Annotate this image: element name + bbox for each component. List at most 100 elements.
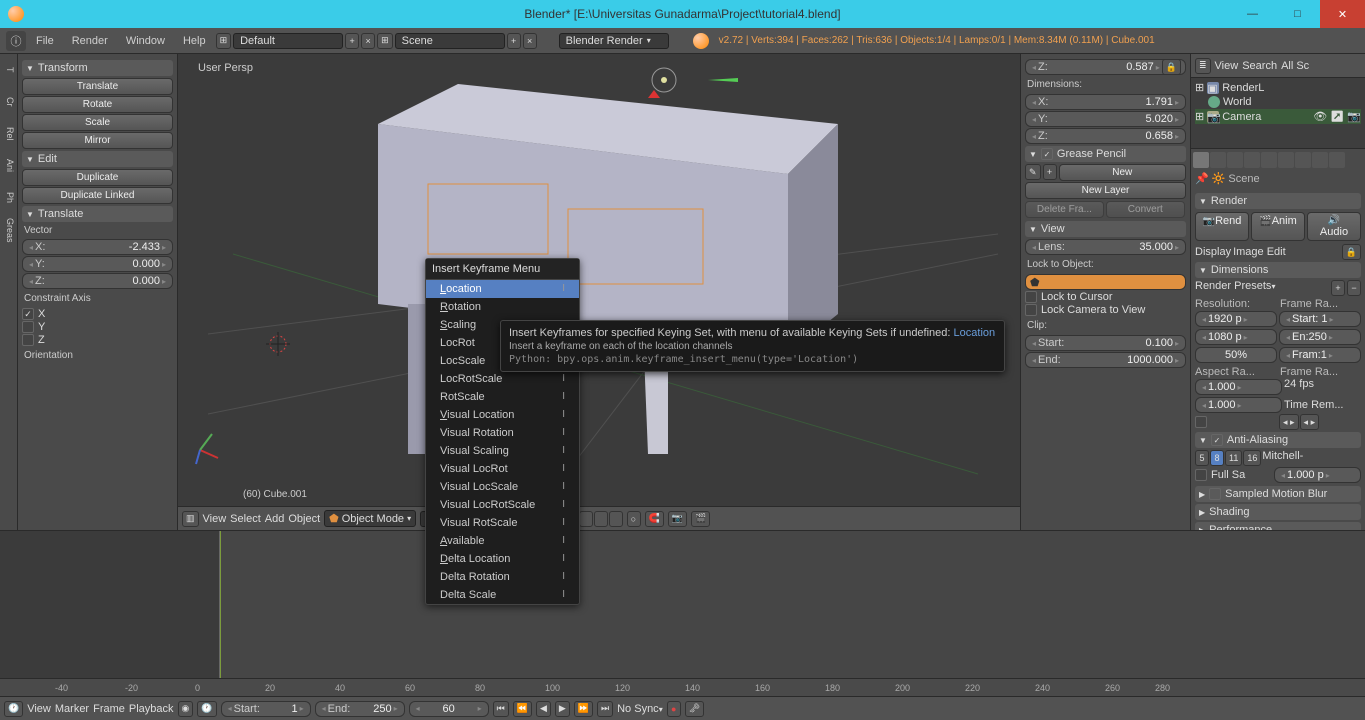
jump-end-icon[interactable]: ⏭ (597, 701, 613, 717)
editor-type-icon[interactable]: ⓘ (6, 31, 26, 51)
dim-x-field[interactable]: ◂X:1.791▸ (1025, 94, 1186, 110)
3d-viewport[interactable]: User Persp (178, 54, 1020, 530)
add-scene-icon[interactable]: + (507, 33, 521, 49)
vp-menu-view[interactable]: View (203, 513, 227, 525)
outliner-view-menu[interactable]: View (1215, 60, 1239, 72)
motion-blur-header[interactable]: ▶Sampled Motion Blur (1195, 486, 1361, 502)
menu-window[interactable]: Window (118, 33, 173, 49)
grease-pencil-header[interactable]: ▼✓Grease Pencil (1025, 146, 1186, 162)
gp-new-button[interactable]: New (1059, 164, 1186, 181)
render-panel-header[interactable]: ▼Render (1195, 193, 1361, 209)
prop-scene-icon[interactable] (1227, 152, 1243, 168)
aa-16-button[interactable]: 16 (1243, 450, 1261, 466)
render-ogl-anim-icon[interactable]: 🎬 (691, 511, 710, 527)
timeline-editor-icon[interactable]: 🕐 (4, 701, 23, 717)
rotate-button[interactable]: Rotate (22, 96, 173, 113)
lock-icon[interactable]: 🔒 (1162, 59, 1181, 75)
snap-icon[interactable]: 🧲 (645, 511, 664, 527)
dim-y-field[interactable]: ◂Y:5.020▸ (1025, 111, 1186, 127)
close-button[interactable]: ✕ (1320, 0, 1365, 28)
tree-camera[interactable]: ⊞📷Camera👁 ↗ 📷 (1195, 109, 1361, 124)
autokey-icon[interactable]: ● (667, 701, 681, 717)
audio-btn[interactable]: 🔊Audio (1307, 212, 1361, 241)
display-dropdown[interactable]: Image Edit (1233, 246, 1340, 258)
keyframe-menu-item[interactable]: Delta LocationI (426, 550, 579, 568)
gp-convert-button[interactable]: Convert (1106, 201, 1185, 218)
prop-render-icon[interactable] (1193, 152, 1209, 168)
loc-z-field[interactable]: ◂Z:0.587▸🔒 (1025, 59, 1186, 75)
constraint-z-checkbox[interactable]: Z (22, 334, 173, 346)
lock-object-field[interactable]: ⬟ (1025, 274, 1186, 290)
mirror-button[interactable]: Mirror (22, 132, 173, 149)
delete-layout-icon[interactable]: × (361, 33, 375, 49)
aa-size-field[interactable]: ◂1.000 p▸ (1274, 467, 1361, 483)
keyframe-menu-item[interactable]: Visual LocScaleI (426, 478, 579, 496)
frame-end-field[interactable]: ◂En:250▸ (1279, 329, 1361, 345)
duplicate-linked-button[interactable]: Duplicate Linked (22, 187, 173, 204)
playhead[interactable] (220, 531, 221, 678)
menu-file[interactable]: File (28, 33, 62, 49)
tl-frame[interactable]: Frame (93, 703, 125, 715)
transform-gizmo-icon[interactable] (648, 64, 748, 104)
layer-btn[interactable] (579, 511, 593, 527)
outliner-tree[interactable]: ⊞▣RenderL World ⊞📷Camera👁 ↗ 📷 (1191, 78, 1365, 148)
play-reverse-icon[interactable]: ◀ (536, 701, 551, 717)
add-layout-icon[interactable]: + (345, 33, 359, 49)
menu-help[interactable]: Help (175, 33, 214, 49)
tab-relations[interactable]: Rel (0, 118, 17, 150)
vector-z-input[interactable]: ◂Z:0.000▸ (22, 273, 173, 289)
end-frame-field[interactable]: ◂End:250▸ (315, 701, 405, 717)
tl-marker[interactable]: Marker (55, 703, 89, 715)
aa-panel-header[interactable]: ▼✓Anti-Aliasing (1195, 432, 1361, 448)
play-icon[interactable]: ▶ (555, 701, 570, 717)
render-presets-dropdown[interactable]: Render Presets▾ (1195, 280, 1329, 296)
use-preview-icon[interactable]: 🕐 (197, 701, 216, 717)
minimize-button[interactable]: — (1230, 0, 1275, 28)
performance-header[interactable]: ▶Performance (1195, 522, 1361, 530)
res-pct-field[interactable]: 50% (1195, 347, 1277, 363)
prop-modifier-icon[interactable] (1295, 152, 1311, 168)
pin-icon[interactable]: 📌 (1195, 172, 1209, 185)
prop-world-icon[interactable] (1244, 152, 1260, 168)
fps-dropdown[interactable]: 24 fps (1284, 378, 1361, 396)
render-btn[interactable]: 📷Rend (1195, 212, 1249, 241)
keyframe-menu-item[interactable]: LocationI (426, 280, 579, 298)
translate-button[interactable]: Translate (22, 78, 173, 95)
screen-layout-browse-icon[interactable]: ⊞ (216, 33, 232, 49)
tree-world[interactable]: World (1195, 95, 1361, 109)
constraint-y-checkbox[interactable]: Y (22, 321, 173, 333)
keyframe-menu-item[interactable]: AvailableI (426, 532, 579, 550)
vp-menu-object[interactable]: Object (288, 513, 320, 525)
fullsample-checkbox[interactable]: Full Sa (1195, 467, 1272, 483)
lock-camera-checkbox[interactable]: Lock Camera to View (1025, 304, 1186, 316)
keyframe-menu-item[interactable]: Visual ScalingI (426, 442, 579, 460)
border-checkbox[interactable] (1195, 415, 1277, 429)
new-map-field[interactable]: ◂ ▸ (1300, 414, 1320, 430)
sync-dropdown[interactable]: No Sync▾ (617, 703, 663, 715)
gp-draw-icon[interactable]: ✎ (1025, 164, 1041, 180)
prop-renderlayers-icon[interactable] (1210, 152, 1226, 168)
tl-view[interactable]: View (27, 703, 51, 715)
vp-editor-icon[interactable]: ▥ (182, 511, 199, 527)
shading-header[interactable]: ▶Shading (1195, 504, 1361, 520)
vp-menu-select[interactable]: Select (230, 513, 261, 525)
mode-dropdown[interactable]: ⬟Object Mode▾ (324, 510, 416, 527)
tab-create[interactable]: Cr (0, 86, 17, 118)
aa-8-button[interactable]: 8 (1210, 450, 1224, 466)
old-map-field[interactable]: ◂ ▸ (1279, 414, 1299, 430)
vector-y-input[interactable]: ◂Y:0.000▸ (22, 256, 173, 272)
tab-animation[interactable]: Ani (0, 150, 17, 182)
clip-start-field[interactable]: ◂Start:0.100▸ (1025, 335, 1186, 351)
layer-btn[interactable] (609, 511, 623, 527)
dimensions-panel-header[interactable]: ▼Dimensions (1195, 262, 1361, 278)
keyframe-menu-item[interactable]: Rotation (426, 298, 579, 316)
keyframe-menu-item[interactable]: Visual LocRotI (426, 460, 579, 478)
keyframe-menu-item[interactable]: Delta ScaleI (426, 586, 579, 604)
keyframe-menu-item[interactable]: Visual LocRotScaleI (426, 496, 579, 514)
scene-browse-icon[interactable]: ⊞ (377, 33, 393, 49)
constraint-x-checkbox[interactable]: ✓X (22, 308, 173, 320)
render-ogl-icon[interactable]: 📷 (668, 511, 687, 527)
aa-5-button[interactable]: 5 (1195, 450, 1209, 466)
dim-z-field[interactable]: ◂Z:0.658▸ (1025, 128, 1186, 144)
scale-button[interactable]: Scale (22, 114, 173, 131)
